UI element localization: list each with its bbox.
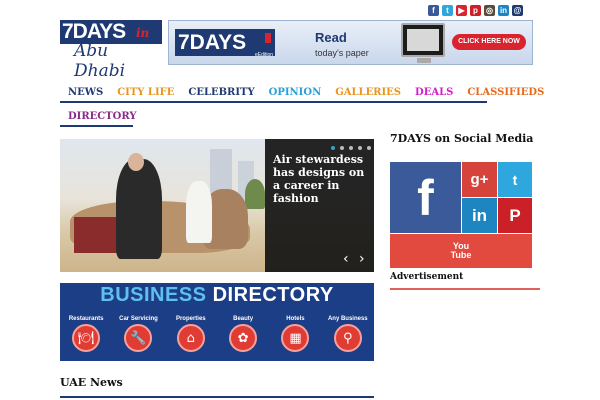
facebook-icon[interactable]: f	[390, 162, 461, 233]
pinterest-icon[interactable]: P	[498, 198, 532, 233]
business-categories: Restaurants 🍽 Car Servicing 🔧 Properties ⌂ Bea…	[60, 316, 374, 352]
site-logo[interactable]: 7DAYS in Abu Dhabi	[60, 20, 162, 81]
linkedin-icon[interactable]: in	[462, 198, 497, 233]
slider-next-icon[interactable]: ›	[359, 251, 365, 267]
main-nav: NEWS CITY LIFE CELEBRITY OPINION GALLERIES DE…	[60, 83, 544, 103]
email-icon[interactable]: @	[512, 5, 523, 16]
linkedin-icon[interactable]: in	[498, 5, 509, 16]
logo-in-text: in	[136, 26, 150, 40]
business-category-label: Beauty	[233, 316, 254, 322]
hero-caption-panel[interactable]: Air stewardess has designs on a career i…	[265, 139, 374, 272]
nav-item-classifieds[interactable]: CLASSIFIEDS	[459, 83, 550, 101]
business-directory-banner[interactable]: BUSINESS DIRECTORY Restaurants 🍽 Car Servi…	[60, 283, 374, 361]
hero-headline-link[interactable]: Air stewardess has designs on a career i…	[273, 153, 369, 205]
nav-item-galleries[interactable]: GALLERIES	[327, 83, 407, 101]
youtube-icon[interactable]: You Tube	[390, 234, 532, 268]
nav-item-news[interactable]: NEWS	[60, 83, 109, 101]
business-directory-title: BUSINESS DIRECTORY	[60, 284, 374, 307]
restaurant-icon: 🍽	[72, 324, 101, 352]
car-servicing-icon: 🔧	[124, 324, 153, 352]
instagram-icon[interactable]: ◎	[484, 5, 495, 16]
monitor-stand	[417, 58, 431, 63]
uae-news-heading: UAE News	[60, 376, 374, 398]
facebook-icon[interactable]: f	[428, 5, 439, 16]
business-category-label: Properties	[175, 316, 206, 322]
business-category-car-servicing[interactable]: Car Servicing 🔧	[112, 316, 164, 352]
main-nav-row2: DIRECTORY	[60, 107, 137, 127]
hero-image-woman	[116, 159, 162, 259]
twitter-icon[interactable]: t	[498, 162, 532, 197]
business-category-any-business[interactable]: Any Business ⚲	[322, 316, 374, 352]
business-category-label: Hotels	[286, 316, 305, 322]
hotels-icon: ▦	[281, 324, 310, 352]
business-directory-title-part2: DIRECTORY	[212, 284, 334, 306]
banner-today-text: today's paper	[315, 48, 369, 58]
slider-dots	[331, 146, 371, 150]
business-category-label: Restaurants	[68, 316, 104, 322]
advertisement-label: Advertisement	[390, 272, 540, 290]
youtube-icon[interactable]: ▶	[456, 5, 467, 16]
nav-item-opinion[interactable]: OPINION	[261, 83, 328, 101]
business-directory-title-part1: BUSINESS	[100, 284, 207, 306]
monitor-icon	[401, 23, 445, 57]
hero-image-man	[186, 181, 212, 243]
business-category-properties[interactable]: Properties ⌂	[165, 316, 217, 352]
nav-item-city-life[interactable]: CITY LIFE	[109, 83, 180, 101]
slider-dot[interactable]	[349, 146, 353, 150]
youtube-label-bottom: Tube	[450, 250, 472, 260]
twitter-icon[interactable]: t	[442, 5, 453, 16]
search-icon: ⚲	[333, 324, 362, 352]
business-category-label: Any Business	[327, 316, 368, 322]
social-media-tiles: f g+ t in P You Tube	[390, 162, 532, 268]
hero-image-palm	[245, 179, 265, 209]
hero-slider[interactable]: Air stewardess has designs on a career i…	[60, 139, 374, 272]
logo-city-text: Abu Dhabi	[74, 41, 126, 81]
nav-item-deals[interactable]: DEALS	[407, 83, 459, 101]
banner-red-mark	[265, 33, 271, 43]
slider-dot[interactable]	[367, 146, 371, 150]
business-category-beauty[interactable]: Beauty ✿	[217, 316, 269, 352]
business-category-hotels[interactable]: Hotels ▦	[269, 316, 321, 352]
googleplus-icon[interactable]: g+	[462, 162, 497, 197]
properties-icon: ⌂	[176, 324, 205, 352]
nav-item-directory[interactable]: DIRECTORY	[60, 107, 137, 122]
social-media-heading: 7DAYS on Social Media	[390, 132, 534, 145]
business-category-restaurants[interactable]: Restaurants 🍽	[60, 316, 112, 352]
business-category-label: Car Servicing	[119, 316, 158, 322]
slider-dot[interactable]	[340, 146, 344, 150]
slider-dot[interactable]	[358, 146, 362, 150]
hero-image-face	[128, 153, 144, 171]
slider-prev-icon[interactable]: ‹	[343, 251, 349, 267]
eedition-banner[interactable]: 7DAYS eEdition Read today's paper CLICK …	[168, 20, 533, 65]
banner-edition-label: eEdition	[255, 52, 274, 58]
beauty-icon: ✿	[229, 324, 258, 352]
slider-dot[interactable]	[331, 146, 335, 150]
click-here-now-button[interactable]: CLICK HERE NOW	[452, 34, 526, 50]
header-social-links: f t ▶ p ◎ in @	[428, 5, 523, 16]
banner-read-text: Read	[315, 30, 347, 45]
nav-item-celebrity[interactable]: CELEBRITY	[180, 83, 260, 101]
pinterest-icon[interactable]: p	[470, 5, 481, 16]
